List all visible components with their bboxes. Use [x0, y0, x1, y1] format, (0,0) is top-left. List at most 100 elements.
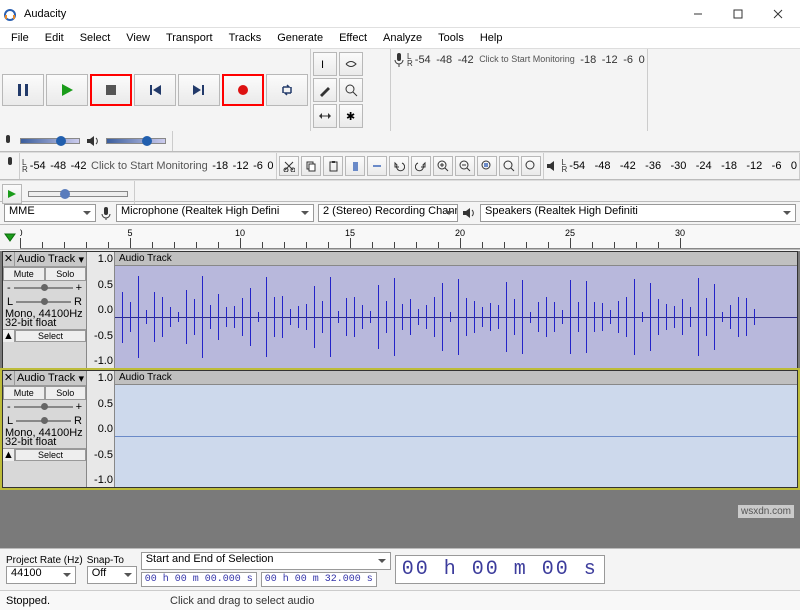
- edit-toolbar: [277, 153, 544, 179]
- pause-button[interactable]: [2, 74, 44, 106]
- speaker-icon: [546, 159, 560, 173]
- paste-button[interactable]: [323, 156, 343, 176]
- fit-selection-button[interactable]: [477, 156, 497, 176]
- menu-transport[interactable]: Transport: [159, 30, 220, 46]
- play-speed-button[interactable]: [2, 184, 22, 204]
- track-1-mute[interactable]: Mute: [3, 267, 45, 281]
- fit-project-button[interactable]: [499, 156, 519, 176]
- timeline-ruler[interactable]: 051015202530: [20, 225, 800, 249]
- track-2-pan[interactable]: LR: [3, 414, 86, 428]
- window-title: Audacity: [24, 8, 678, 20]
- redo-button[interactable]: [411, 156, 431, 176]
- menu-view[interactable]: View: [119, 30, 157, 46]
- zoom-tool[interactable]: [339, 78, 363, 102]
- app-logo-icon: [2, 6, 18, 22]
- zoom-toggle-button[interactable]: [521, 156, 541, 176]
- rec-volume-slider[interactable]: [20, 138, 80, 144]
- output-device-select[interactable]: Speakers (Realtek High Definiti: [480, 204, 796, 222]
- timeshift-tool[interactable]: [313, 104, 337, 128]
- track-empty-area[interactable]: [0, 489, 800, 557]
- record-button[interactable]: [222, 74, 264, 106]
- undo-button[interactable]: [389, 156, 409, 176]
- snap-label: Snap-To: [87, 555, 137, 566]
- play-button[interactable]: [46, 74, 88, 106]
- status-hint: Click and drag to select audio: [170, 595, 314, 607]
- track-1-menu[interactable]: Audio Track: [15, 252, 86, 266]
- track-1-close[interactable]: ✕: [3, 252, 15, 266]
- play-speed-slider[interactable]: [28, 191, 128, 197]
- track-1-pan[interactable]: LR: [3, 295, 86, 309]
- track-1-collapse[interactable]: ▲: [3, 330, 15, 342]
- envelope-tool[interactable]: [339, 52, 363, 76]
- skip-start-button[interactable]: [134, 74, 176, 106]
- project-rate-label: Project Rate (Hz): [6, 555, 83, 566]
- mic-icon: [393, 52, 405, 68]
- tracks-area: ✕ Audio Track Mute Solo -+ LR Mono, 4410…: [0, 251, 800, 573]
- selection-tool[interactable]: I: [313, 52, 337, 76]
- menu-help[interactable]: Help: [473, 30, 510, 46]
- draw-tool[interactable]: [313, 78, 337, 102]
- menu-file[interactable]: File: [4, 30, 36, 46]
- cut-button[interactable]: [279, 156, 299, 176]
- rec-meter-ticks: -54-48-42 Click to Start Monitoring -18-…: [415, 54, 645, 66]
- close-button[interactable]: [758, 0, 798, 28]
- track-1-gain[interactable]: -+: [3, 281, 86, 295]
- track-2-mute[interactable]: Mute: [3, 386, 45, 400]
- trim-button[interactable]: [345, 156, 365, 176]
- track-1-select[interactable]: Select: [15, 330, 86, 342]
- track-2-solo[interactable]: Solo: [45, 386, 87, 400]
- skip-end-button[interactable]: [178, 74, 220, 106]
- mic-small-icon[interactable]: [4, 156, 16, 170]
- selection-mode-select[interactable]: Start and End of Selection: [141, 552, 391, 570]
- maximize-button[interactable]: [718, 0, 758, 28]
- speaker-device-icon: [462, 206, 476, 220]
- channels-select[interactable]: 2 (Stereo) Recording Chann: [318, 204, 458, 222]
- menu-tools[interactable]: Tools: [431, 30, 471, 46]
- timeline-options[interactable]: [0, 227, 20, 247]
- rec-meter-hint[interactable]: Click to Start Monitoring: [479, 54, 575, 66]
- track-2-clip-title[interactable]: Audio Track: [115, 371, 797, 385]
- track-1-clip-title[interactable]: Audio Track: [115, 252, 797, 266]
- track-2: ✕ Audio Track Mute Solo -+ LR Mono, 4410…: [2, 370, 798, 488]
- selection-toolbar: Project Rate (Hz) 44100 Snap-To Off Star…: [0, 548, 800, 590]
- zoom-in-button[interactable]: [433, 156, 453, 176]
- selection-start-time[interactable]: 00 h 00 m 00.000 s: [141, 572, 257, 587]
- track-2-close[interactable]: ✕: [3, 371, 15, 385]
- selection-end-time[interactable]: 00 h 00 m 32.000 s: [261, 572, 377, 587]
- menu-effect[interactable]: Effect: [332, 30, 374, 46]
- audio-position[interactable]: 00 h 00 m 00 s: [395, 555, 605, 584]
- track-2-gain[interactable]: -+: [3, 400, 86, 414]
- loop-button[interactable]: [266, 74, 308, 106]
- menu-tracks[interactable]: Tracks: [222, 30, 269, 46]
- stop-button[interactable]: [90, 74, 132, 106]
- project-rate-select[interactable]: 44100: [6, 566, 76, 584]
- menu-edit[interactable]: Edit: [38, 30, 71, 46]
- silence-button[interactable]: [367, 156, 387, 176]
- multi-tool[interactable]: ✱: [339, 104, 363, 128]
- transport-toolbar: [0, 49, 311, 131]
- play-volume-slider[interactable]: [106, 138, 166, 144]
- copy-button[interactable]: [301, 156, 321, 176]
- scrub-toolbar: [0, 153, 20, 179]
- zoom-out-button[interactable]: [455, 156, 475, 176]
- menu-analyze[interactable]: Analyze: [376, 30, 429, 46]
- track-2-format: Mono, 44100Hz32-bit float: [3, 428, 86, 448]
- audio-host-select[interactable]: MME: [4, 204, 96, 222]
- track-2-waveform[interactable]: [115, 385, 797, 487]
- input-device-select[interactable]: Microphone (Realtek High Defini: [116, 204, 314, 222]
- track-2-collapse[interactable]: ▲: [3, 449, 15, 461]
- track-1-waveform[interactable]: [115, 266, 797, 368]
- track-2-vscale[interactable]: 1.00.50.0-0.5-1.0: [87, 371, 115, 487]
- track-2-menu[interactable]: Audio Track: [15, 371, 86, 385]
- snap-select[interactable]: Off: [87, 566, 137, 584]
- scrub-ruler[interactable]: LR -54-48-42 Click to Start Monitoring -…: [20, 153, 277, 179]
- rec-volume: [0, 131, 173, 151]
- watermark: wsxdn.com: [738, 505, 794, 518]
- track-1-solo[interactable]: Solo: [45, 267, 87, 281]
- track-2-select[interactable]: Select: [15, 449, 86, 461]
- track-1-vscale[interactable]: 1.00.50.0-0.5-1.0: [87, 252, 115, 368]
- menu-select[interactable]: Select: [73, 30, 118, 46]
- minimize-button[interactable]: [678, 0, 718, 28]
- mic-device-icon: [100, 206, 112, 220]
- menu-generate[interactable]: Generate: [270, 30, 330, 46]
